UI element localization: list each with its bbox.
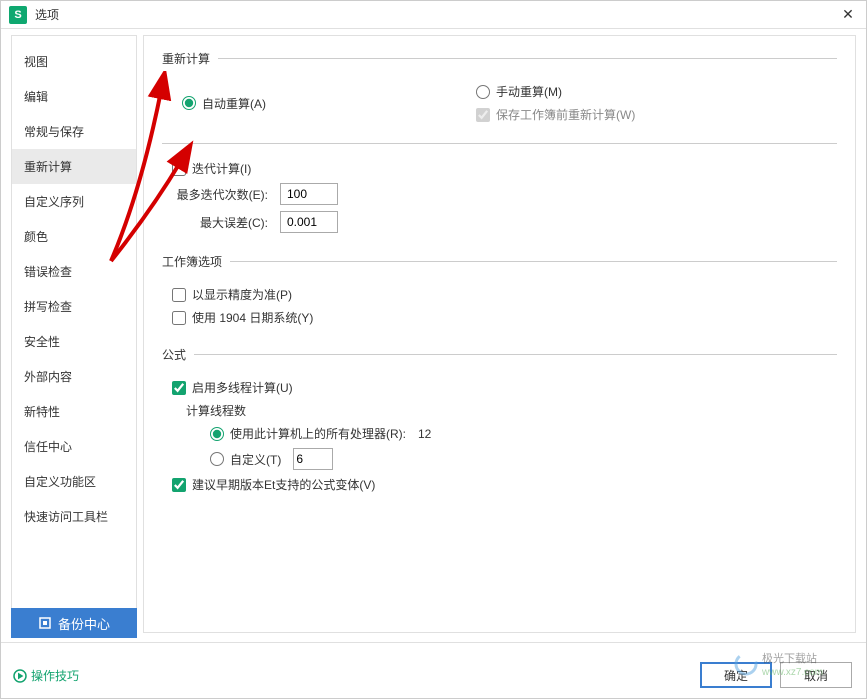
radio-custom-row[interactable]: 自定义(T) bbox=[210, 448, 837, 470]
sidebar-item-custom-ribbon[interactable]: 自定义功能区 bbox=[12, 464, 136, 499]
checkbox-multithread[interactable] bbox=[172, 381, 186, 395]
checkbox-date1904-row[interactable]: 使用 1904 日期系统(Y) bbox=[172, 309, 837, 326]
checkbox-multithread-label: 启用多线程计算(U) bbox=[192, 379, 293, 396]
threads-label: 计算线程数 bbox=[186, 402, 837, 419]
backup-center-label: 备份中心 bbox=[58, 614, 110, 633]
sidebar-item-quick-access[interactable]: 快速访问工具栏 bbox=[12, 499, 136, 534]
checkbox-save-before-label: 保存工作簿前重新计算(W) bbox=[496, 106, 635, 123]
backup-icon bbox=[38, 616, 52, 630]
checkbox-iteration-label: 迭代计算(I) bbox=[192, 160, 251, 177]
section-recalc-legend: 重新计算 bbox=[162, 50, 218, 67]
checkbox-date1904[interactable] bbox=[172, 311, 186, 325]
checkbox-precision-label: 以显示精度为准(P) bbox=[192, 286, 292, 303]
checkbox-iteration[interactable] bbox=[172, 162, 186, 176]
section-recalc: 重新计算 自动重算(A) 手动重算(M) 保存工作簿前重新计算(W) bbox=[162, 50, 837, 129]
checkbox-iteration-row[interactable]: 迭代计算(I) bbox=[172, 160, 837, 177]
close-button[interactable]: ✕ bbox=[838, 5, 858, 25]
radio-auto-recalc-label: 自动重算(A) bbox=[202, 95, 266, 112]
checkbox-precision[interactable] bbox=[172, 288, 186, 302]
radio-manual-recalc-row[interactable]: 手动重算(M) bbox=[476, 83, 635, 100]
sidebar-item-new-features[interactable]: 新特性 bbox=[12, 394, 136, 429]
sidebar-item-security[interactable]: 安全性 bbox=[12, 324, 136, 359]
sidebar-item-color[interactable]: 颜色 bbox=[12, 219, 136, 254]
radio-auto-recalc-row[interactable]: 自动重算(A) bbox=[182, 83, 266, 123]
sidebar: 视图 编辑 常规与保存 重新计算 自定义序列 颜色 错误检查 拼写检查 安全性 … bbox=[11, 35, 137, 633]
sidebar-item-view[interactable]: 视图 bbox=[12, 44, 136, 79]
section-formula: 公式 启用多线程计算(U) 计算线程数 使用此计算机上的所有处理器(R): 12… bbox=[162, 346, 837, 499]
checkbox-precision-row[interactable]: 以显示精度为准(P) bbox=[172, 286, 837, 303]
sidebar-item-spell-check[interactable]: 拼写检查 bbox=[12, 289, 136, 324]
sidebar-item-error-check[interactable]: 错误检查 bbox=[12, 254, 136, 289]
app-icon: S bbox=[9, 6, 27, 24]
sidebar-item-external[interactable]: 外部内容 bbox=[12, 359, 136, 394]
checkbox-date1904-label: 使用 1904 日期系统(Y) bbox=[192, 309, 313, 326]
sidebar-item-recalc[interactable]: 重新计算 bbox=[12, 149, 136, 184]
cancel-button[interactable]: 取消 bbox=[780, 662, 852, 688]
footer: 备份中心 操作技巧 确定 取消 极光下载站 www.xz7.com bbox=[1, 642, 866, 698]
radio-use-all-label: 使用此计算机上的所有处理器(R): bbox=[230, 425, 406, 442]
section-workbook-legend: 工作簿选项 bbox=[162, 253, 230, 270]
sidebar-item-edit[interactable]: 编辑 bbox=[12, 79, 136, 114]
max-iter-label: 最多迭代次数(E): bbox=[172, 186, 268, 203]
sidebar-item-trust-center[interactable]: 信任中心 bbox=[12, 429, 136, 464]
titlebar: S 选项 ✕ bbox=[1, 1, 866, 29]
custom-threads-input[interactable] bbox=[293, 448, 333, 470]
checkbox-legacy[interactable] bbox=[172, 478, 186, 492]
max-diff-label: 最大误差(C): bbox=[172, 214, 268, 231]
max-iter-input[interactable] bbox=[280, 183, 338, 205]
checkbox-multithread-row[interactable]: 启用多线程计算(U) bbox=[172, 379, 837, 396]
backup-center-button[interactable]: 备份中心 bbox=[11, 608, 137, 638]
play-icon bbox=[13, 669, 27, 683]
ok-button[interactable]: 确定 bbox=[700, 662, 772, 688]
radio-use-all-row[interactable]: 使用此计算机上的所有处理器(R): 12 bbox=[210, 425, 837, 442]
checkbox-save-before-row: 保存工作簿前重新计算(W) bbox=[476, 106, 635, 123]
tips-link[interactable]: 操作技巧 bbox=[13, 667, 79, 684]
radio-custom-label: 自定义(T) bbox=[230, 451, 281, 468]
section-iteration: 迭代计算(I) 最多迭代次数(E): 最大误差(C): bbox=[162, 143, 837, 239]
checkbox-legacy-label: 建议早期版本Et支持的公式变体(V) bbox=[192, 476, 375, 493]
window-title: 选项 bbox=[35, 6, 838, 23]
sidebar-item-custom-list[interactable]: 自定义序列 bbox=[12, 184, 136, 219]
processor-count: 12 bbox=[418, 427, 431, 441]
max-diff-input[interactable] bbox=[280, 211, 338, 233]
radio-auto-recalc[interactable] bbox=[182, 96, 196, 110]
tips-label: 操作技巧 bbox=[31, 667, 79, 684]
radio-manual-recalc-label: 手动重算(M) bbox=[496, 83, 562, 100]
checkbox-legacy-row[interactable]: 建议早期版本Et支持的公式变体(V) bbox=[172, 476, 837, 493]
radio-manual-recalc[interactable] bbox=[476, 85, 490, 99]
section-formula-legend: 公式 bbox=[162, 346, 194, 363]
section-workbook: 工作簿选项 以显示精度为准(P) 使用 1904 日期系统(Y) bbox=[162, 253, 837, 332]
content-panel: 重新计算 自动重算(A) 手动重算(M) 保存工作簿前重新计算(W) bbox=[143, 35, 856, 633]
checkbox-save-before bbox=[476, 108, 490, 122]
sidebar-item-general-save[interactable]: 常规与保存 bbox=[12, 114, 136, 149]
radio-use-all[interactable] bbox=[210, 427, 224, 441]
radio-custom[interactable] bbox=[210, 452, 224, 466]
